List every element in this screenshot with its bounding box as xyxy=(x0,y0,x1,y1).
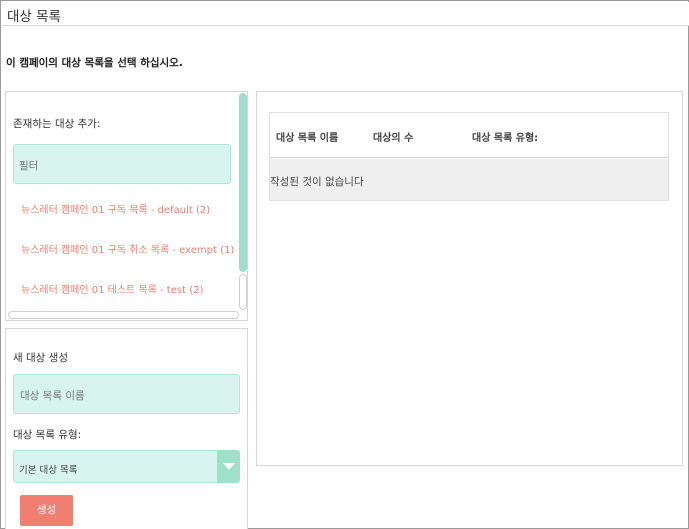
create-button[interactable]: 생성 xyxy=(20,495,73,526)
target-list-type-label: 대상 목록 유형: xyxy=(13,429,82,441)
existing-targets-heading: 존재하는 대상 추가: xyxy=(13,118,101,130)
selected-targets-table: 대상 목록 이름 대상의 수 대상 목록 유형: 작성된 것이 없습니다 xyxy=(269,112,669,201)
empty-message: 작성된 것이 없습니다 xyxy=(270,176,364,188)
column-header-count: 대상의 수 xyxy=(373,133,414,144)
target-list-name-input[interactable]: 대상 목록 이름 xyxy=(13,374,240,414)
vertical-scroll-track[interactable] xyxy=(239,274,247,310)
dropdown-button[interactable] xyxy=(217,450,240,483)
dialog-frame: 대상 목록 이 캠페이의 대상 목록을 선택 하십시오. 존재하는 대상 추가:… xyxy=(0,0,689,529)
target-list-item-test[interactable]: 뉴스레터 캠페인 01 테스트 목록 - test (2) xyxy=(21,281,203,296)
target-list-type-value: 기본 대상 목록 xyxy=(19,465,78,476)
filter-input[interactable]: 필터 xyxy=(13,144,231,184)
existing-targets-panel: 존재하는 대상 추가: 필터 뉴스레터 캠페인 01 구독 목록 - defau… xyxy=(5,91,248,321)
target-list-item-exempt[interactable]: 뉴스레터 캠페인 01 구독 취소 목록 - exempt (1) xyxy=(21,241,234,256)
horizontal-scrollbar[interactable] xyxy=(8,311,239,319)
chevron-down-icon xyxy=(223,463,235,470)
target-list-item-default[interactable]: 뉴스레터 캠페인 01 구독 목록 - default (2) xyxy=(21,201,210,216)
table-header: 대상 목록 이름 대상의 수 대상 목록 유형: xyxy=(270,113,668,158)
column-header-type: 대상 목록 유형: xyxy=(472,133,539,144)
target-list-type-select[interactable]: 기본 대상 목록 xyxy=(13,450,240,483)
column-header-name: 대상 목록 이름 xyxy=(276,133,339,144)
dialog-title: 대상 목록 xyxy=(7,9,61,25)
create-target-heading: 새 대상 생성 xyxy=(13,352,68,364)
vertical-scroll-thumb[interactable] xyxy=(239,93,247,272)
title-bar: 대상 목록 xyxy=(2,2,689,26)
selected-targets-panel: 대상 목록 이름 대상의 수 대상 목록 유형: 작성된 것이 없습니다 xyxy=(256,91,683,466)
vertical-scrollbar[interactable] xyxy=(238,92,248,312)
create-target-panel: 새 대상 생성 대상 목록 이름 대상 목록 유형: 기본 대상 목록 생성 xyxy=(5,328,248,529)
instruction-text: 이 캠페이의 대상 목록을 선택 하십시오. xyxy=(6,57,183,69)
table-body: 작성된 것이 없습니다 xyxy=(270,159,668,200)
